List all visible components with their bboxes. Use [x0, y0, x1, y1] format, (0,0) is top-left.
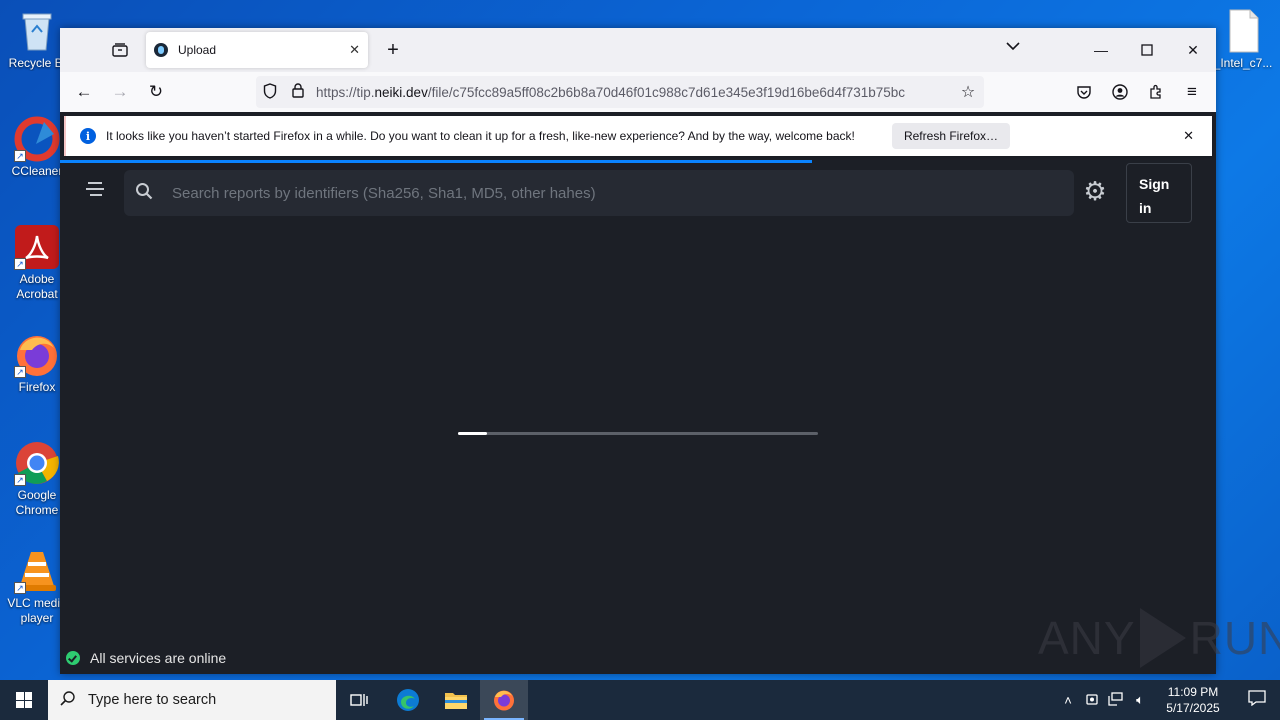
- ccleaner-icon: ↗: [14, 116, 60, 162]
- chevron-up-icon[interactable]: ˄: [1056, 693, 1080, 708]
- navigation-bar: ← → ↻ https://tip.neiki.dev/file/c75fcc8…: [60, 72, 1216, 112]
- settings-gear-icon[interactable]: ⚙: [1080, 176, 1110, 206]
- url-bar[interactable]: https://tip.neiki.dev/file/c75fcc89a5ff0…: [256, 76, 984, 108]
- loading-progress-fill: [458, 432, 487, 435]
- file-explorer-icon[interactable]: [432, 680, 480, 720]
- minimize-button[interactable]: —: [1078, 28, 1124, 72]
- play-triangle-icon: [1139, 608, 1186, 668]
- shortcut-arrow-icon: ↗: [14, 258, 26, 270]
- shortcut-arrow-icon: ↗: [14, 150, 26, 162]
- lock-icon[interactable]: [284, 83, 312, 101]
- page-load-progress: [60, 160, 812, 163]
- url-domain: neiki.dev: [374, 84, 428, 100]
- extensions-icon[interactable]: [1140, 76, 1172, 108]
- refresh-firefox-notification: i It looks like you haven’t started Fire…: [64, 116, 1212, 156]
- clock[interactable]: 11:09 PM 5/17/2025: [1152, 684, 1234, 716]
- chevron-down-icon[interactable]: [1006, 38, 1020, 54]
- volume-icon[interactable]: 🔈︎: [1128, 692, 1152, 708]
- bookmark-star-icon[interactable]: ☆: [952, 82, 984, 102]
- edge-taskbar-icon[interactable]: [384, 680, 432, 720]
- sign-in-button[interactable]: Sign in: [1126, 163, 1192, 223]
- taskbar-search-box[interactable]: Type here to search: [48, 680, 336, 720]
- firefox-icon: ↗: [14, 332, 60, 378]
- url-prefix: https://tip.: [316, 84, 375, 100]
- sign-in-label-line2: in: [1139, 200, 1152, 216]
- file-icon: [1220, 8, 1266, 54]
- clock-date: 5/17/2025: [1166, 701, 1220, 715]
- start-button[interactable]: [0, 680, 48, 720]
- security-icon[interactable]: [1080, 692, 1104, 709]
- hamburger-menu-icon[interactable]: [86, 182, 104, 200]
- close-window-button[interactable]: ✕: [1170, 28, 1216, 72]
- task-view-icon[interactable]: [336, 680, 384, 720]
- taskbar-search-placeholder: Type here to search: [88, 692, 217, 708]
- tab-bar: Upload ✕ + — ✕: [60, 28, 1216, 72]
- recycle-bin-icon: [14, 8, 60, 54]
- firefox-window: Upload ✕ + — ✕ ← → ↻ https://tip.neiki.d…: [60, 28, 1216, 674]
- service-status: All services are online: [66, 650, 226, 666]
- watermark-left: ANY: [1038, 612, 1136, 664]
- search-icon: [48, 690, 88, 711]
- taskbar: Type here to search ˄ 🔈︎ 11:09 PM 5/17/2…: [0, 680, 1280, 720]
- desktop-icon-file[interactable]: _Intel_c7...: [1206, 8, 1280, 71]
- page-content: ⚙ Sign in All services are online: [60, 160, 1216, 674]
- shortcut-arrow-icon: ↗: [14, 366, 26, 378]
- report-search-box: [124, 170, 1074, 216]
- shortcut-arrow-icon: ↗: [14, 582, 26, 594]
- firefox-view-icon[interactable]: [104, 34, 136, 66]
- desktop-icon-label: _Intel_c7...: [1213, 56, 1273, 70]
- search-icon: [124, 182, 164, 205]
- info-icon: i: [80, 128, 96, 144]
- sign-in-label-line1: Sign: [1139, 176, 1170, 192]
- firefox-taskbar-icon[interactable]: [480, 680, 528, 720]
- clock-time: 11:09 PM: [1167, 685, 1219, 699]
- adobe-acrobat-icon: ↗: [14, 224, 60, 270]
- status-ok-icon: [66, 651, 80, 665]
- maximize-button[interactable]: [1124, 28, 1170, 72]
- site-favicon-icon: [154, 43, 168, 57]
- anyrun-watermark: ANY RUN: [1038, 608, 1280, 668]
- loading-progress-bar: [458, 432, 818, 435]
- notification-message: It looks like you haven’t started Firefo…: [106, 129, 855, 143]
- refresh-firefox-button[interactable]: Refresh Firefox…: [891, 123, 1010, 149]
- new-tab-button[interactable]: +: [378, 35, 408, 65]
- google-chrome-icon: ↗: [14, 440, 60, 486]
- account-icon[interactable]: [1104, 76, 1136, 108]
- search-input[interactable]: [164, 184, 1074, 202]
- notifications-icon[interactable]: [1234, 689, 1280, 711]
- status-text: All services are online: [90, 650, 227, 666]
- watermark-right: RUN: [1189, 612, 1280, 664]
- close-tab-icon[interactable]: ✕: [349, 42, 360, 58]
- url-path: /file/c75fcc89a5ff08c2b6b8a70d46f01c988c…: [427, 84, 906, 100]
- shield-icon[interactable]: [256, 82, 284, 102]
- pocket-icon[interactable]: [1068, 76, 1100, 108]
- network-icon[interactable]: [1104, 691, 1128, 709]
- reload-icon[interactable]: ↻: [140, 76, 172, 108]
- shortcut-arrow-icon: ↗: [14, 474, 26, 486]
- close-notification-icon[interactable]: ✕: [1183, 128, 1194, 144]
- vlc-icon: ↗: [14, 548, 60, 594]
- app-menu-icon[interactable]: ≡: [1176, 76, 1208, 108]
- forward-arrow-icon[interactable]: →: [104, 76, 136, 108]
- tab-upload[interactable]: Upload ✕: [146, 32, 368, 68]
- back-arrow-icon[interactable]: ←: [68, 76, 100, 108]
- tab-title: Upload: [178, 43, 217, 57]
- url-text[interactable]: https://tip.neiki.dev/file/c75fcc89a5ff0…: [312, 85, 952, 100]
- system-tray: ˄ 🔈︎ 11:09 PM 5/17/2025: [1056, 680, 1280, 720]
- windows-logo-icon: [16, 692, 32, 708]
